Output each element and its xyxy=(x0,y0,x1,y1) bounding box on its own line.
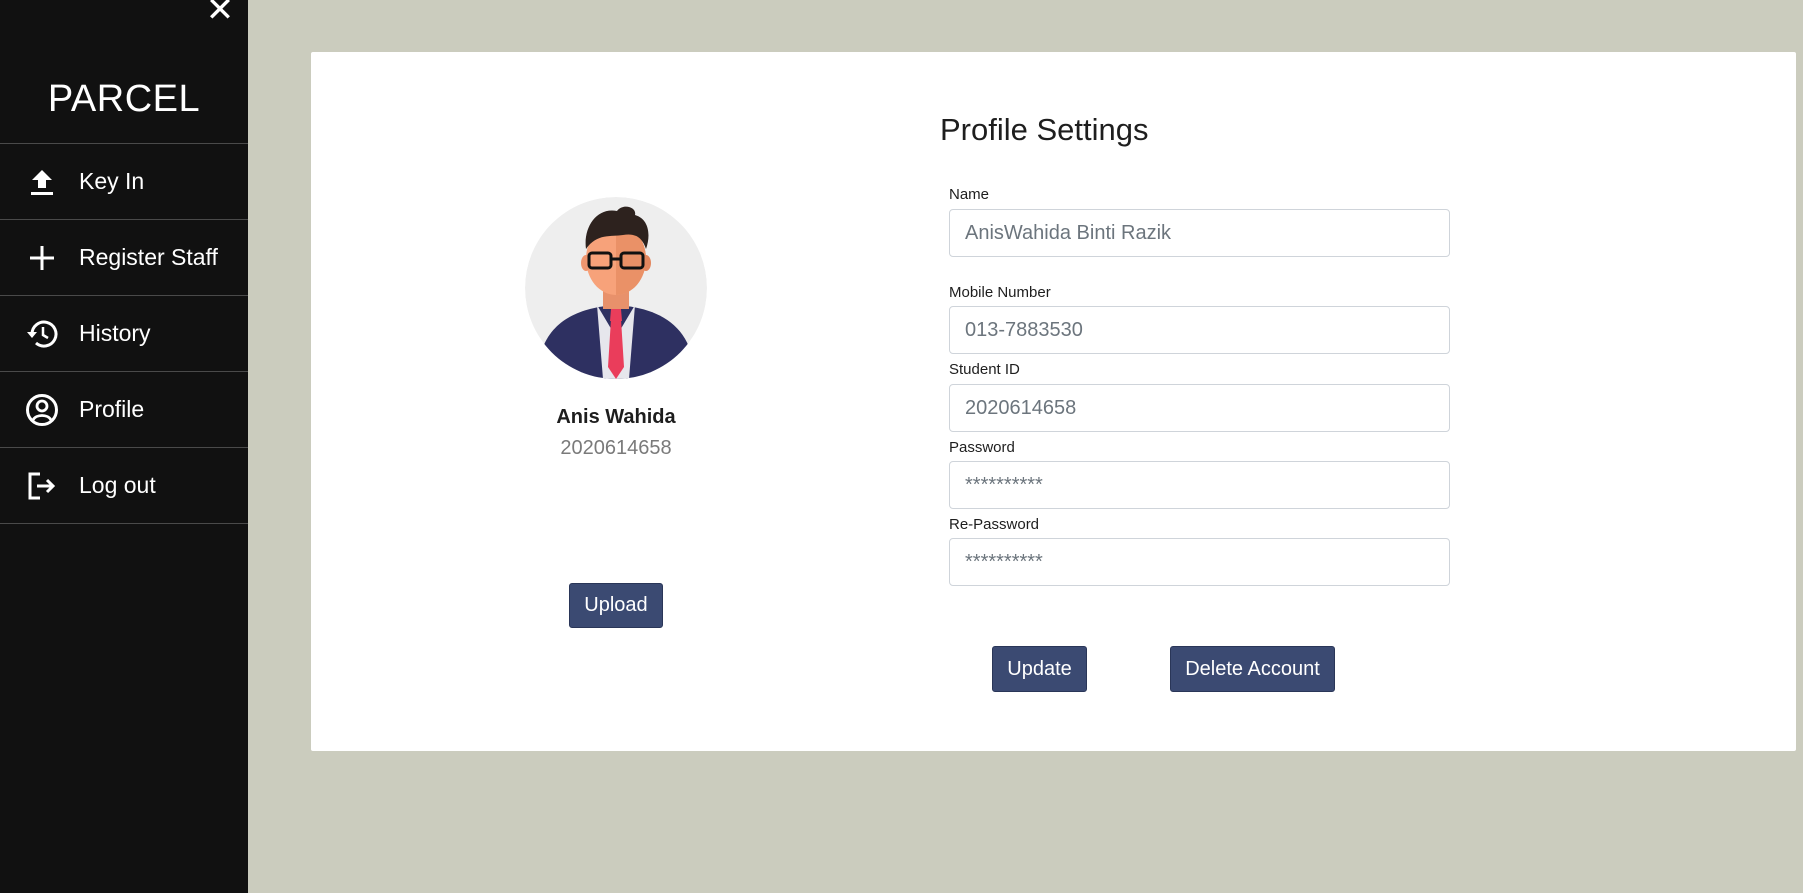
sidebar-item-label: History xyxy=(79,320,151,346)
student-id-label: Student ID xyxy=(949,361,1020,378)
sidebar-item-log-out[interactable]: Log out xyxy=(0,448,248,524)
history-icon xyxy=(24,316,60,352)
page-title: Profile Settings xyxy=(940,112,1149,147)
profile-id: 2020614658 xyxy=(560,437,672,459)
password-label: Password xyxy=(949,439,1015,456)
mobile-number-label: Mobile Number xyxy=(949,284,1051,301)
brand-title: PARCEL xyxy=(47,78,201,120)
account-circle-icon xyxy=(24,392,60,428)
name-label: Name xyxy=(949,186,990,203)
profile-name: Anis Wahida xyxy=(556,406,676,428)
student-id-field[interactable] xyxy=(949,384,1450,432)
upload-button[interactable]: Upload xyxy=(569,583,663,628)
sidebar-item-label: Key In xyxy=(79,168,145,194)
sidebar: ✕ PARCEL Key In Register Staff History P… xyxy=(0,0,248,893)
password-field[interactable] xyxy=(949,461,1450,509)
logout-icon xyxy=(24,468,60,504)
re-password-field[interactable] xyxy=(949,538,1450,586)
sidebar-item-label: Profile xyxy=(79,396,145,422)
avatar xyxy=(525,197,707,379)
update-button[interactable]: Update xyxy=(992,646,1087,692)
sidebar-item-profile[interactable]: Profile xyxy=(0,372,248,448)
sidebar-item-label: Register Staff xyxy=(79,244,218,270)
sidebar-nav: Key In Register Staff History Profile Lo… xyxy=(0,143,248,524)
mobile-number-field[interactable] xyxy=(949,306,1450,354)
sidebar-item-register-staff[interactable]: Register Staff xyxy=(0,220,248,296)
sidebar-item-key-in[interactable]: Key In xyxy=(0,144,248,220)
close-icon[interactable]: ✕ xyxy=(204,0,236,27)
name-field[interactable] xyxy=(949,209,1450,257)
upload-icon xyxy=(24,164,60,200)
sidebar-item-label: Log out xyxy=(79,472,156,498)
delete-account-button[interactable]: Delete Account xyxy=(1170,646,1335,692)
re-password-label: Re-Password xyxy=(949,516,1040,533)
plus-icon xyxy=(24,240,60,276)
profile-card: Anis Wahida 2020614658 Upload Profile Se… xyxy=(311,52,1796,751)
sidebar-item-history[interactable]: History xyxy=(0,296,248,372)
